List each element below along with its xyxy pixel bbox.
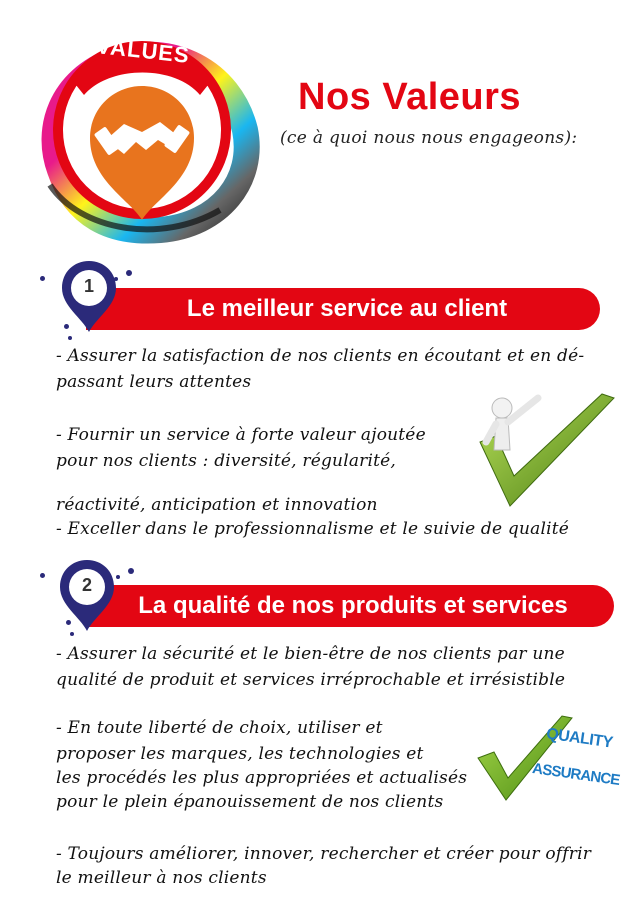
decor-dot [68, 336, 72, 340]
section-2-line: - Toujours améliorer, innover, recherche… [56, 844, 592, 864]
section-2-number: 2 [81, 575, 92, 595]
section-1-line: - Exceller dans le professionnalisme et … [56, 519, 570, 539]
section-1-banner: Le meilleur service au client [86, 288, 600, 330]
decor-dot [114, 277, 118, 281]
section-1-number: 1 [83, 276, 94, 296]
section-1-line: pour nos clients : diversité, régularité… [56, 451, 397, 471]
section-2-heading: La qualité de nos produits et services [138, 592, 568, 619]
decor-dot [126, 270, 132, 276]
decor-dot [66, 620, 71, 625]
section-2-line: les procédés les plus appropriées et act… [56, 768, 468, 788]
person-checkmark-icon [479, 393, 615, 507]
decor-dot [40, 573, 45, 578]
decor-dot [40, 276, 45, 281]
page-subtitle: (ce à quoi nous nous engageons): [280, 128, 578, 148]
section-2-line: - Assurer la sécurité et le bien-être de… [56, 644, 565, 664]
section-2-line: - En toute liberté de choix, utiliser et [56, 718, 383, 738]
decor-dot [128, 568, 134, 574]
section-2-banner: La qualité de nos produits et services [86, 585, 614, 627]
section-1-line: passant leurs attentes [56, 372, 252, 392]
page-title: Nos Valeurs [298, 76, 522, 118]
decor-dot [64, 324, 69, 329]
section-2-line: proposer les marques, les technologies e… [56, 744, 424, 764]
section-2-line: qualité de produit et services irréproch… [56, 670, 566, 690]
section-2-line: pour le plein épanouissement de nos clie… [56, 792, 444, 812]
section-2-line: le meilleur à nos clients [56, 868, 267, 888]
section-1-heading: Le meilleur service au client [186, 295, 508, 322]
section-1-line: - Assurer la satisfaction de nos clients… [56, 346, 585, 366]
section-1-line: - Fournir un service à forte valeur ajou… [56, 425, 426, 445]
decor-dot [116, 575, 120, 579]
section-1-line: réactivité, anticipation et innovation [56, 495, 378, 515]
decor-dot [70, 632, 74, 636]
